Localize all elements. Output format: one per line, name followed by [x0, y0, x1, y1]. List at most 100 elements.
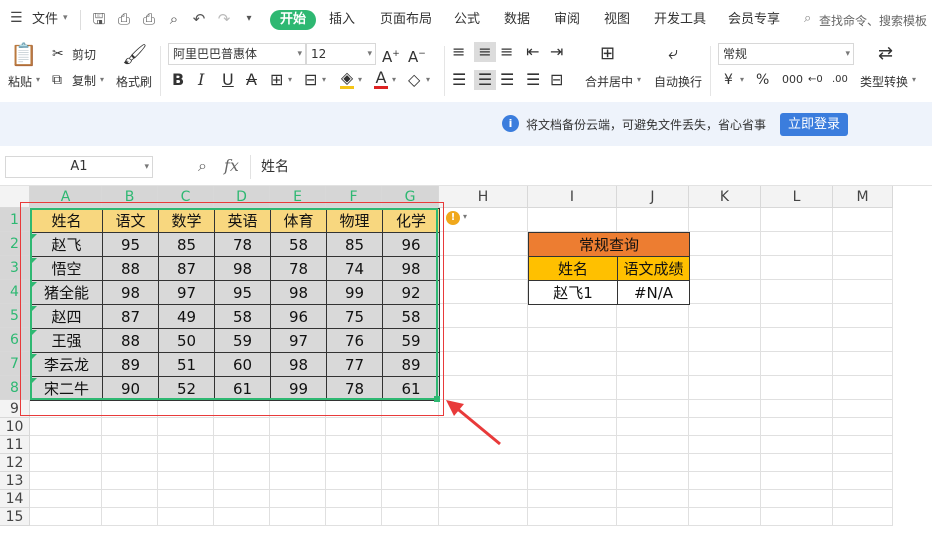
- grid-cell[interactable]: [617, 208, 689, 232]
- grid-cell[interactable]: [617, 436, 689, 454]
- grid-cell[interactable]: [382, 418, 439, 436]
- distributed-icon[interactable]: ⊟: [550, 70, 563, 90]
- grid-cell[interactable]: [528, 400, 617, 418]
- grid-cell[interactable]: [270, 472, 326, 490]
- row-header-11[interactable]: 11: [0, 436, 30, 454]
- tab-insert[interactable]: 插入: [329, 10, 355, 30]
- table-header-cell[interactable]: 化学: [382, 208, 440, 233]
- login-button[interactable]: 立即登录: [780, 113, 848, 136]
- grid-cell[interactable]: [214, 400, 270, 418]
- table-cell[interactable]: 78: [214, 232, 271, 257]
- grid-cell[interactable]: [158, 454, 214, 472]
- formula-input[interactable]: 姓名: [250, 155, 932, 179]
- table-cell[interactable]: 96: [270, 304, 327, 329]
- cut-button[interactable]: 剪切: [72, 46, 96, 63]
- grid-cell[interactable]: [158, 400, 214, 418]
- grid-cell[interactable]: [833, 328, 893, 352]
- table-cell[interactable]: 悟空: [30, 256, 103, 281]
- function-icon[interactable]: fx: [224, 156, 239, 175]
- column-header-A[interactable]: A: [30, 186, 102, 208]
- font-color-icon[interactable]: A: [374, 68, 388, 89]
- table-cell[interactable]: 61: [382, 376, 440, 401]
- spreadsheet-grid[interactable]: ABCDEFGHIJKLM 1 2 3 4 5 6 7 8 9 10 11 12 13 14 15 姓名 语文…: [0, 186, 932, 537]
- grid-cell[interactable]: [326, 472, 382, 490]
- grid-cell[interactable]: [528, 436, 617, 454]
- grid-cell[interactable]: [30, 472, 102, 490]
- type-convert-button[interactable]: 类型转换: [860, 73, 908, 90]
- table-cell[interactable]: 52: [158, 376, 215, 401]
- grid-cell[interactable]: [761, 328, 833, 352]
- font-name-select[interactable]: 阿里巴巴普惠体 ▾: [168, 43, 306, 65]
- print-icon[interactable]: ⎙: [140, 10, 158, 28]
- grid-cell[interactable]: [30, 436, 102, 454]
- chevron-down-icon[interactable]: ▾: [63, 13, 68, 23]
- align-left-icon[interactable]: ☰: [452, 70, 466, 90]
- chevron-down-icon[interactable]: ▾: [912, 75, 916, 84]
- grid-cell[interactable]: [270, 400, 326, 418]
- merge-icon[interactable]: ⊞: [600, 44, 615, 64]
- grid-cell[interactable]: [689, 376, 761, 400]
- row-header-8[interactable]: 8: [0, 376, 30, 400]
- tab-formula[interactable]: 公式: [454, 10, 480, 30]
- lookup-name-cell[interactable]: 赵飞1: [528, 280, 618, 305]
- grid-cell[interactable]: [689, 304, 761, 328]
- align-top-icon[interactable]: ≡: [452, 42, 465, 62]
- decrease-font-icon[interactable]: A−: [408, 44, 426, 67]
- redo-icon[interactable]: ↷: [215, 10, 233, 28]
- grid-cell[interactable]: [689, 328, 761, 352]
- grid-cell[interactable]: [270, 490, 326, 508]
- grid-cell[interactable]: [382, 454, 439, 472]
- grid-cell[interactable]: [439, 232, 528, 256]
- row-header-13[interactable]: 13: [0, 472, 30, 490]
- tab-member[interactable]: 会员专享: [728, 10, 780, 30]
- table-cell[interactable]: 95: [214, 280, 271, 305]
- table-cell[interactable]: 60: [214, 352, 271, 377]
- column-header-E[interactable]: E: [270, 186, 326, 208]
- align-center-icon[interactable]: ☰: [474, 70, 496, 90]
- column-header-G[interactable]: G: [382, 186, 439, 208]
- save-icon[interactable]: 🖫: [90, 10, 108, 28]
- column-header-B[interactable]: B: [102, 186, 158, 208]
- scissors-icon[interactable]: ✂: [52, 44, 64, 64]
- grid-cell[interactable]: [214, 490, 270, 508]
- grid-cell[interactable]: [689, 418, 761, 436]
- grid-cell[interactable]: [528, 490, 617, 508]
- wrap-icon[interactable]: ⤶: [668, 44, 678, 64]
- chevron-down-icon[interactable]: ▾: [358, 75, 362, 84]
- chevron-down-icon[interactable]: ▾: [637, 75, 641, 84]
- table-cell[interactable]: 58: [382, 304, 440, 329]
- chevron-down-icon[interactable]: ▾: [322, 75, 326, 84]
- table-cell[interactable]: 51: [158, 352, 215, 377]
- row-header-5[interactable]: 5: [0, 304, 30, 328]
- cell-style-icon[interactable]: ⊟: [304, 70, 317, 90]
- grid-cell[interactable]: [833, 418, 893, 436]
- grid-cell[interactable]: [689, 454, 761, 472]
- grid-cell[interactable]: [833, 376, 893, 400]
- grid-cell[interactable]: [528, 508, 617, 526]
- hamburger-icon[interactable]: ☰: [10, 10, 23, 26]
- grid-cell[interactable]: [617, 376, 689, 400]
- grid-cell[interactable]: [102, 490, 158, 508]
- grid-cell[interactable]: [617, 352, 689, 376]
- file-menu[interactable]: 文件: [32, 10, 58, 30]
- grid-cell[interactable]: [326, 400, 382, 418]
- grid-cell[interactable]: [102, 508, 158, 526]
- row-header-4[interactable]: 4: [0, 280, 30, 304]
- grid-cell[interactable]: [689, 256, 761, 280]
- chevron-down-icon[interactable]: ▾: [100, 75, 104, 84]
- font-size-select[interactable]: 12 ▾: [306, 43, 376, 65]
- grid-cell[interactable]: [382, 490, 439, 508]
- grid-cell[interactable]: [689, 436, 761, 454]
- zoom-search-icon[interactable]: ⌕: [198, 156, 207, 176]
- table-cell[interactable]: 89: [102, 352, 159, 377]
- row-header-6[interactable]: 6: [0, 328, 30, 352]
- grid-cell[interactable]: [214, 508, 270, 526]
- table-header-cell[interactable]: 物理: [326, 208, 383, 233]
- percent-icon[interactable]: %: [756, 70, 769, 90]
- grid-cell[interactable]: [761, 304, 833, 328]
- grid-cell[interactable]: [833, 472, 893, 490]
- chevron-down-icon[interactable]: ▾: [740, 75, 744, 84]
- table-cell[interactable]: 99: [326, 280, 383, 305]
- table-cell[interactable]: 78: [326, 376, 383, 401]
- column-header-M[interactable]: M: [833, 186, 893, 208]
